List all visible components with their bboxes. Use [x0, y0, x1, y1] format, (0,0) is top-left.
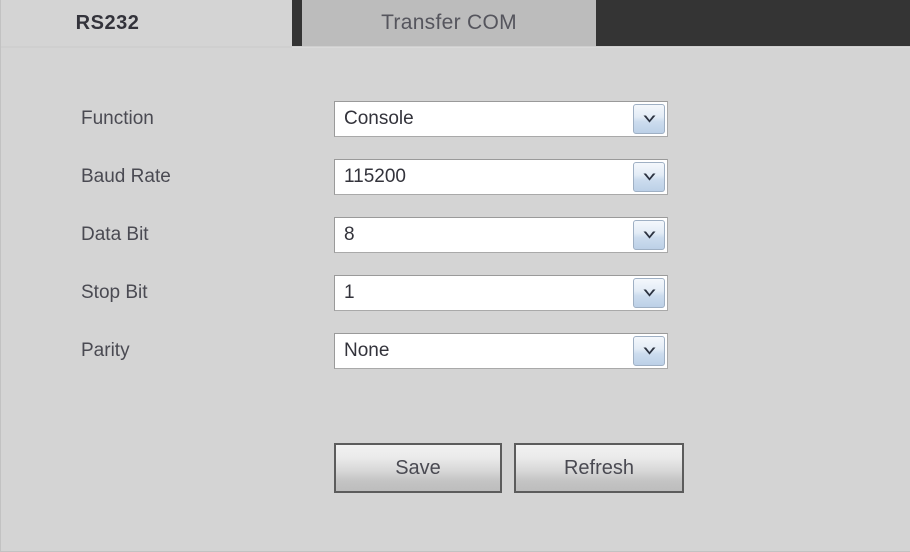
tab-rs232[interactable]: RS232 [1, 0, 292, 46]
chevron-down-icon [643, 173, 655, 181]
tab-transfer-com[interactable]: Transfer COM [302, 0, 596, 46]
select-parity[interactable]: None [334, 333, 668, 369]
select-parity-value: None [344, 340, 390, 361]
chevron-down-icon [643, 289, 655, 297]
label-baud-rate: Baud Rate [81, 166, 171, 187]
label-parity: Parity [81, 340, 130, 361]
tab-rs232-label: RS232 [75, 11, 140, 34]
rs232-settings-page: RS232 Transfer COM Function Console Baud… [0, 0, 910, 552]
tab-bar-underline-highlight [292, 47, 910, 48]
select-function-arrow-button[interactable] [633, 104, 665, 134]
label-stop-bit: Stop Bit [81, 282, 148, 303]
select-function-value: Console [344, 108, 414, 129]
select-stop-bit[interactable]: 1 [334, 275, 668, 311]
form-row-parity: Parity None [1, 333, 910, 369]
select-data-bit[interactable]: 8 [334, 217, 668, 253]
select-stop-bit-arrow-button[interactable] [633, 278, 665, 308]
select-parity-arrow-button[interactable] [633, 336, 665, 366]
tab-transfer-com-label: Transfer COM [381, 11, 517, 34]
form-row-data-bit: Data Bit 8 [1, 217, 910, 253]
form-row-stop-bit: Stop Bit 1 [1, 275, 910, 311]
label-function: Function [81, 108, 154, 129]
chevron-down-icon [643, 115, 655, 123]
save-button[interactable]: Save [334, 443, 502, 493]
form-row-baud-rate: Baud Rate 115200 [1, 159, 910, 195]
select-stop-bit-value: 1 [344, 282, 355, 303]
tab-bar: RS232 Transfer COM [1, 0, 910, 46]
select-baud-rate-arrow-button[interactable] [633, 162, 665, 192]
form-row-function: Function Console [1, 101, 910, 137]
refresh-button[interactable]: Refresh [514, 443, 684, 493]
label-data-bit: Data Bit [81, 224, 149, 245]
chevron-down-icon [643, 231, 655, 239]
select-function[interactable]: Console [334, 101, 668, 137]
chevron-down-icon [643, 347, 655, 355]
select-baud-rate[interactable]: 115200 [334, 159, 668, 195]
select-baud-rate-value: 115200 [344, 166, 406, 187]
select-data-bit-value: 8 [344, 224, 355, 245]
select-data-bit-arrow-button[interactable] [633, 220, 665, 250]
